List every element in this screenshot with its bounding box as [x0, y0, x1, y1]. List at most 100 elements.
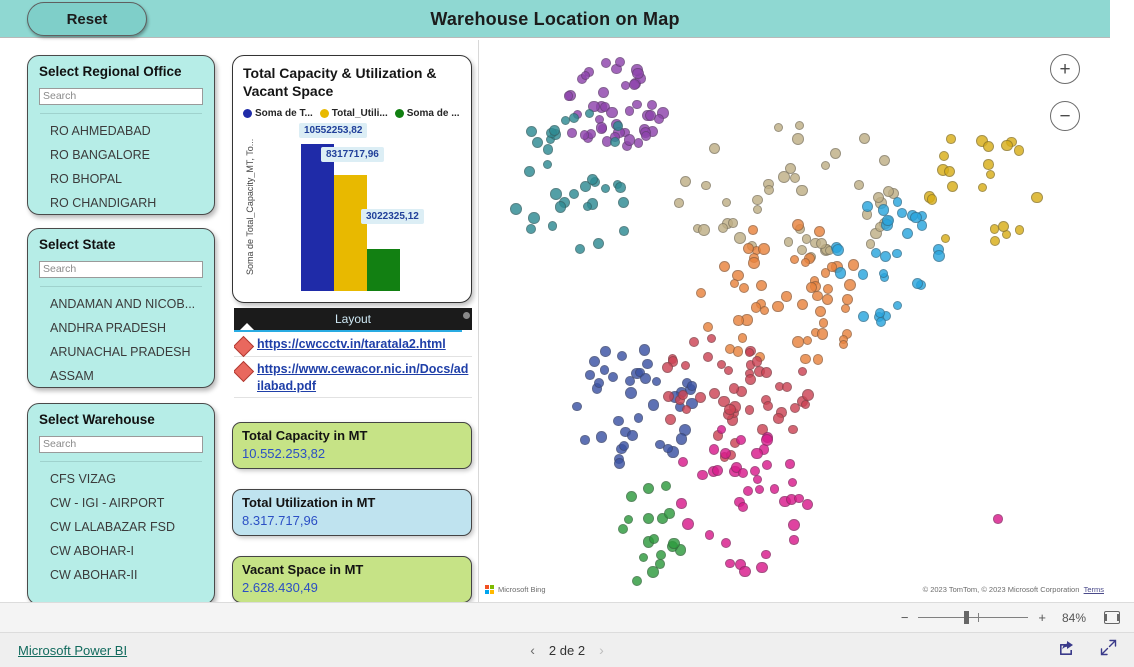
map-point[interactable]	[723, 365, 734, 376]
map-point[interactable]	[574, 243, 586, 254]
map-point[interactable]	[596, 122, 608, 134]
map-point[interactable]	[941, 233, 951, 243]
map-point[interactable]	[526, 224, 536, 235]
map-point[interactable]	[623, 514, 634, 524]
map-point[interactable]	[803, 335, 813, 345]
map-point[interactable]	[774, 122, 784, 133]
map-point[interactable]	[1001, 139, 1013, 152]
map-point[interactable]	[628, 78, 641, 91]
map-point[interactable]	[579, 130, 589, 140]
map-point[interactable]	[615, 182, 626, 193]
map-point[interactable]	[718, 260, 731, 273]
map-point[interactable]	[818, 318, 828, 328]
map-point[interactable]	[842, 294, 854, 306]
map-point[interactable]	[682, 518, 695, 531]
map-point[interactable]	[739, 565, 751, 578]
map-point[interactable]	[879, 155, 891, 167]
map-point[interactable]	[709, 142, 721, 155]
map-point[interactable]	[642, 512, 654, 524]
map-point[interactable]	[792, 133, 805, 146]
map-point[interactable]	[674, 198, 684, 208]
map-point[interactable]	[744, 405, 755, 415]
map-point[interactable]	[926, 194, 938, 205]
map-point[interactable]	[585, 370, 595, 380]
map-point[interactable]	[820, 161, 830, 171]
map-point[interactable]	[871, 247, 881, 258]
layout-table[interactable]: Layout https://cwccctv.in/taratala2.html…	[234, 308, 472, 416]
map-point[interactable]	[733, 315, 744, 326]
map-point[interactable]	[763, 185, 774, 196]
kpi-card-total-utilization[interactable]: Total Utilization in MT 8.317.717,96	[232, 489, 472, 536]
map-point[interactable]	[773, 413, 784, 424]
map-point[interactable]	[753, 205, 763, 215]
map-point[interactable]	[708, 444, 720, 455]
map-point[interactable]	[882, 185, 894, 198]
search-input-regional-office[interactable]	[39, 87, 203, 105]
map-point[interactable]	[642, 358, 653, 370]
map-point[interactable]	[796, 184, 808, 197]
map-point[interactable]	[617, 350, 628, 361]
kpi-card-total-capacity[interactable]: Total Capacity in MT 10.552.253,82	[232, 422, 472, 469]
map-point[interactable]	[524, 165, 536, 177]
map-point[interactable]	[711, 464, 723, 477]
map-point[interactable]	[752, 475, 762, 485]
map-point[interactable]	[728, 218, 738, 228]
map-point[interactable]	[892, 301, 902, 311]
next-page-icon[interactable]: ›	[599, 642, 604, 658]
map-point[interactable]	[626, 490, 638, 503]
map-point[interactable]	[745, 373, 757, 386]
scrollbar-thumb[interactable]	[463, 312, 470, 319]
map-point[interactable]	[788, 519, 801, 532]
map-point[interactable]	[642, 483, 654, 495]
map-point[interactable]	[617, 523, 629, 535]
map-point[interactable]	[613, 415, 624, 427]
legend-entry-0[interactable]: Soma de T...	[243, 108, 313, 119]
map-point[interactable]	[821, 294, 834, 306]
map-point[interactable]	[678, 456, 689, 467]
map-point[interactable]	[597, 86, 609, 98]
map-point[interactable]	[892, 248, 902, 259]
map-point[interactable]	[662, 391, 674, 403]
map-point[interactable]	[944, 166, 956, 178]
map-point[interactable]	[639, 553, 648, 563]
kpi-card-vacant-space[interactable]: Vacant Space in MT 2.628.430,49	[232, 556, 472, 603]
map-point[interactable]	[985, 170, 995, 180]
map-point[interactable]	[862, 200, 873, 212]
map-point[interactable]	[563, 91, 574, 101]
map-point[interactable]	[703, 322, 714, 333]
map-point[interactable]	[787, 477, 798, 488]
slicer-item-ro-0[interactable]: RO AHMEDABAD	[39, 119, 203, 143]
map-point[interactable]	[797, 366, 808, 376]
map-point[interactable]	[542, 159, 552, 170]
slicer-item-state-2[interactable]: ARUNACHAL PRADESH	[39, 340, 203, 364]
zoom-slider[interactable]	[918, 611, 1029, 624]
map-point[interactable]	[584, 109, 594, 119]
fullscreen-icon[interactable]	[1099, 638, 1118, 662]
map-point[interactable]	[722, 197, 732, 208]
table-row[interactable]: https://www.cewacor.nic.in/Docs/adilabad…	[234, 357, 472, 398]
map-point[interactable]	[609, 137, 620, 148]
map-point[interactable]	[640, 131, 651, 142]
map-point[interactable]	[594, 377, 605, 388]
map-point[interactable]	[608, 371, 619, 382]
slicer-item-state-0[interactable]: ANDAMAN AND NICOB...	[39, 292, 203, 316]
previous-page-icon[interactable]: ‹	[530, 642, 535, 658]
map-point[interactable]	[790, 255, 800, 265]
slicer-item-state-3[interactable]: ASSAM	[39, 364, 203, 388]
map-point[interactable]	[735, 434, 746, 445]
map-point[interactable]	[618, 196, 630, 208]
map-point[interactable]	[977, 183, 987, 193]
share-icon[interactable]	[1058, 639, 1075, 661]
map-point[interactable]	[567, 127, 577, 138]
map-point[interactable]	[841, 303, 851, 314]
map-point[interactable]	[877, 204, 890, 216]
slicer-item-wh-3[interactable]: CW ABOHAR-I	[39, 539, 203, 563]
map-point[interactable]	[704, 530, 715, 540]
map-point[interactable]	[782, 381, 792, 392]
map-point[interactable]	[813, 354, 824, 365]
slicer-item-wh-2[interactable]: CW LALABAZAR FSD	[39, 515, 203, 539]
map-point[interactable]	[789, 535, 799, 545]
map-point[interactable]	[946, 134, 956, 144]
map-point[interactable]	[701, 180, 711, 190]
map-point[interactable]	[572, 401, 582, 412]
